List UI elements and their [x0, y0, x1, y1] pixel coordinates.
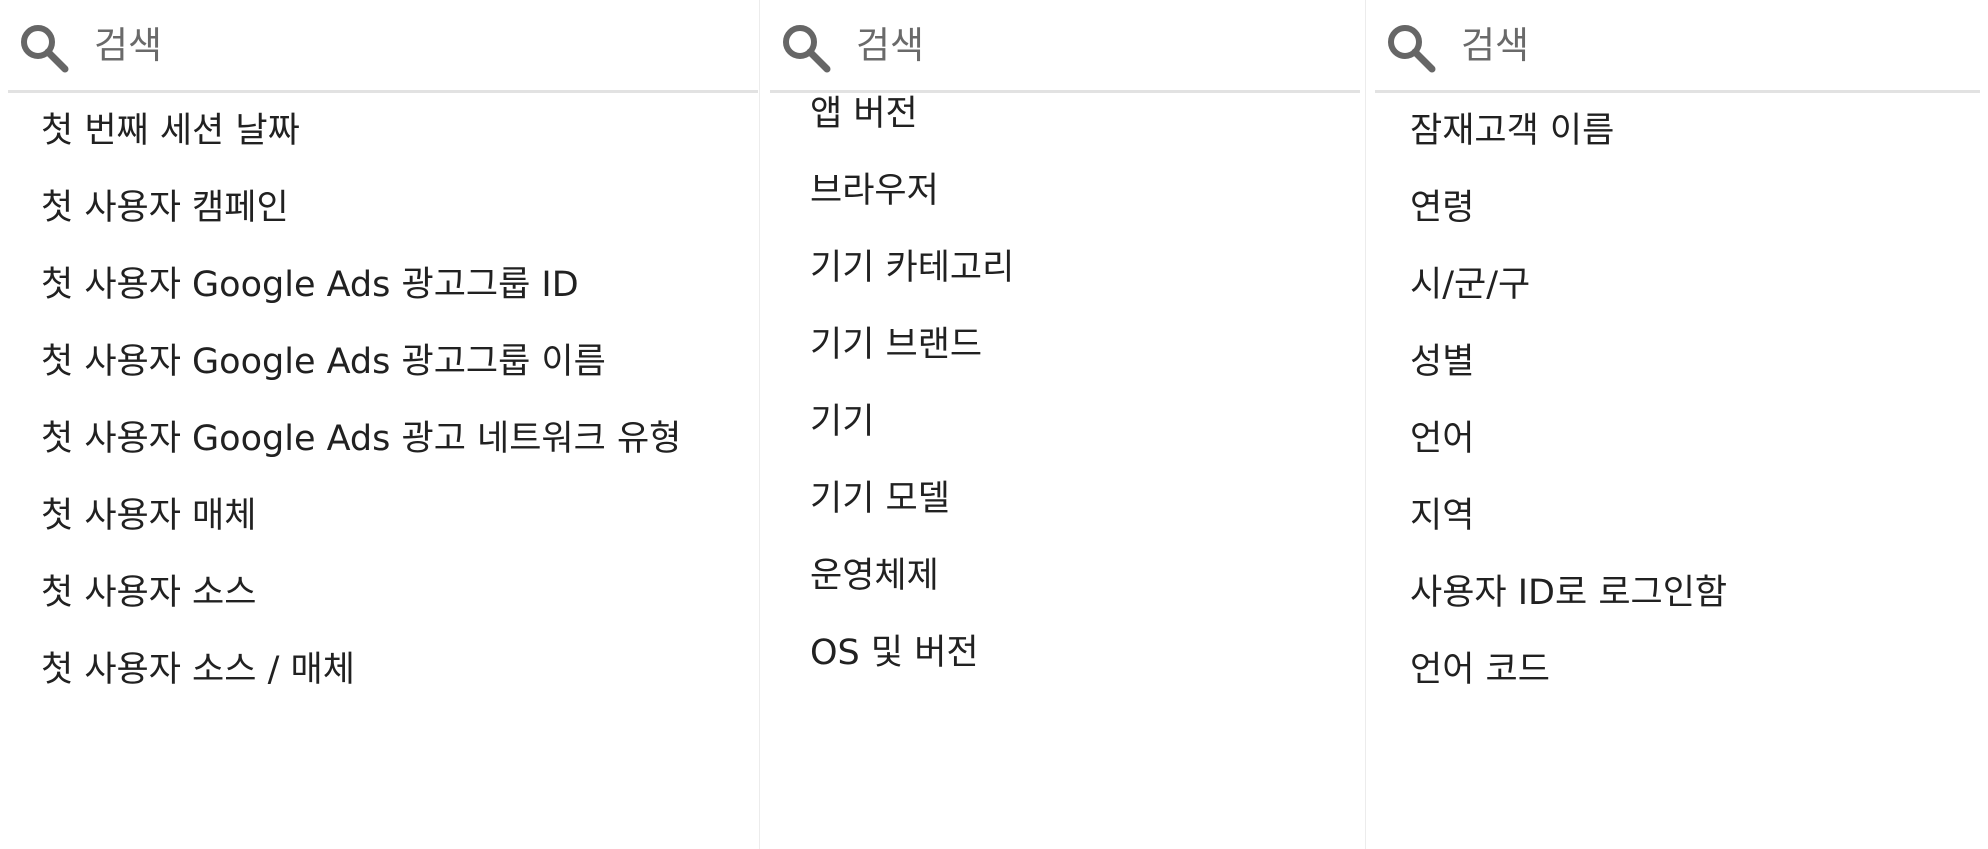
list-item[interactable]: 첫 사용자 Google Ads 광고 네트워크 유형: [41, 409, 681, 469]
list-item[interactable]: 언어 코드: [1410, 640, 1550, 700]
list-item[interactable]: 첫 사용자 소스 / 매체: [41, 640, 355, 700]
list-item[interactable]: OS 및 버전: [810, 623, 979, 683]
search-icon[interactable]: [778, 20, 834, 76]
search-input[interactable]: [94, 20, 494, 70]
dimension-picker-panel-1: 첫 번째 세션 날짜 첫 사용자 캠페인 첫 사용자 Google Ads 광고…: [8, 0, 758, 849]
list-item[interactable]: 첫 사용자 매체: [41, 486, 256, 546]
list-item[interactable]: 연령: [1410, 178, 1474, 238]
list-item[interactable]: 첫 사용자 Google Ads 광고그룹 이름: [41, 332, 606, 392]
list-item[interactable]: 성별: [1410, 332, 1474, 392]
list-item[interactable]: 첫 사용자 소스: [41, 563, 256, 623]
search-input[interactable]: [856, 20, 1256, 70]
list-item[interactable]: 기기: [810, 392, 874, 452]
search-bar: [8, 0, 758, 93]
list-item[interactable]: 잠재고객 이름: [1410, 101, 1614, 161]
search-icon[interactable]: [16, 20, 72, 76]
list-item[interactable]: 브라우저: [810, 161, 939, 221]
list-item[interactable]: 사용자 ID로 로그인함: [1410, 563, 1727, 623]
list-item[interactable]: 앱 버전: [810, 84, 918, 144]
search-bar: [770, 0, 1360, 93]
search-input[interactable]: [1461, 20, 1861, 70]
dimension-picker-panel-2: 앱 버전 브라우저 기기 카테고리 기기 브랜드 기기 기기 모델 운영체제 O…: [770, 0, 1360, 849]
list-item[interactable]: 언어: [1410, 409, 1474, 469]
search-icon[interactable]: [1383, 20, 1439, 76]
list-item[interactable]: 기기 브랜드: [810, 315, 982, 375]
search-bar: [1375, 0, 1980, 93]
column-divider: [759, 0, 760, 849]
list-item[interactable]: 첫 번째 세션 날짜: [41, 101, 300, 161]
list-item[interactable]: 기기 모델: [810, 469, 950, 529]
column-divider: [1365, 0, 1366, 849]
list-item[interactable]: 첫 사용자 Google Ads 광고그룹 ID: [41, 255, 579, 315]
dimension-picker-panel-3: 잠재고객 이름 연령 시/군/구 성별 언어 지역 사용자 ID로 로그인함 언…: [1375, 0, 1980, 849]
list-item[interactable]: 첫 사용자 캠페인: [41, 178, 289, 238]
list-item[interactable]: 시/군/구: [1410, 255, 1530, 315]
list-item[interactable]: 기기 카테고리: [810, 238, 1014, 298]
list-item[interactable]: 운영체제: [810, 546, 939, 606]
list-item[interactable]: 지역: [1410, 486, 1474, 546]
